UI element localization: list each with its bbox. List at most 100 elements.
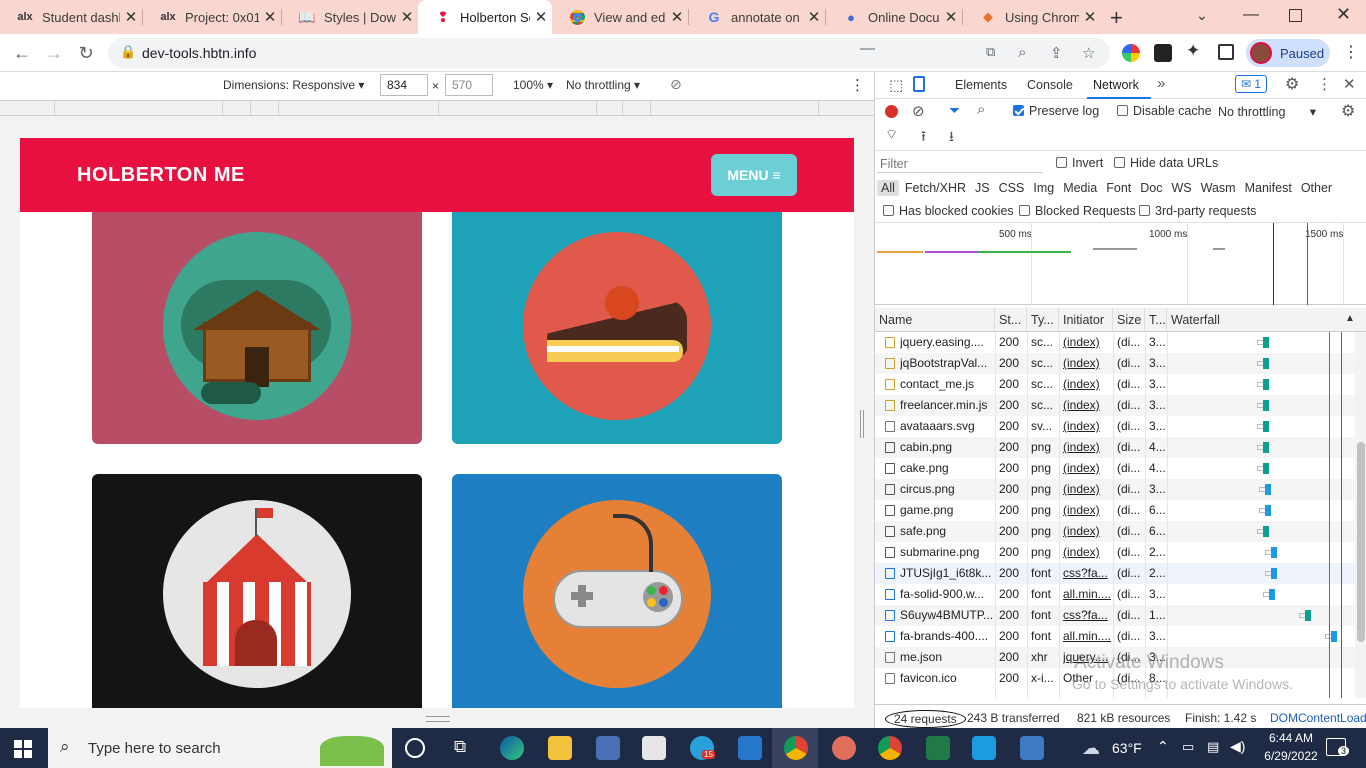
close-icon[interactable]: ✕ xyxy=(940,8,962,26)
taskbar-search-box[interactable]: ⌕ Type here to search xyxy=(48,728,392,768)
blocked-cookies-checkbox[interactable]: Has blocked cookies xyxy=(883,204,1014,218)
photos-icon[interactable] xyxy=(1020,736,1044,760)
import-har-icon[interactable]: ⭱ xyxy=(921,126,926,150)
cell-initiator[interactable]: (index) xyxy=(1063,440,1113,454)
excel-icon[interactable] xyxy=(926,736,950,760)
bookmark-star-icon[interactable]: ☆ xyxy=(1082,44,1095,62)
windows-start-icon[interactable] xyxy=(14,740,32,758)
table-row[interactable]: fa-brands-400.... 200 font all.min.... (di..… xyxy=(875,626,1355,647)
cell-initiator[interactable]: (index) xyxy=(1063,335,1113,349)
portfolio-card-circus[interactable] xyxy=(92,474,422,708)
network-settings-icon[interactable]: ⚙ xyxy=(1341,101,1355,121)
height-input[interactable]: 570 xyxy=(445,74,493,96)
tab-student-dashboard[interactable]: alx Student dashboard ✕ xyxy=(0,0,142,34)
cell-initiator[interactable]: (index) xyxy=(1063,461,1113,475)
column-initiator[interactable]: Initiator xyxy=(1059,308,1113,332)
dimensions-dropdown[interactable]: Dimensions: Responsive ▾ xyxy=(223,78,364,92)
file-explorer-icon[interactable] xyxy=(548,736,572,760)
portfolio-card-game[interactable] xyxy=(452,474,782,708)
inspect-icon[interactable]: ⬚ xyxy=(889,76,903,94)
cell-initiator[interactable]: (index) xyxy=(1063,398,1113,412)
network-overview[interactable]: 500 ms 1000 ms 1500 ms xyxy=(875,223,1366,305)
table-row[interactable]: jquery.easing.... 200 sc... (index) (di... 3.… xyxy=(875,332,1355,353)
table-row[interactable]: jqBootstrapVal... 200 sc... (index) (di... 3.… xyxy=(875,353,1355,374)
qr-extension-icon[interactable] xyxy=(1154,44,1172,62)
table-row[interactable]: fa-solid-900.w... 200 font all.min.... (di..… xyxy=(875,584,1355,605)
network-icon[interactable]: ▤ xyxy=(1207,739,1219,755)
close-icon[interactable]: ✕ xyxy=(1079,8,1101,26)
table-row[interactable]: S6uyw4BMUTP... 200 font css?fa... (di... 1... xyxy=(875,605,1355,626)
chrome-profile-icon[interactable] xyxy=(878,736,902,760)
column-name[interactable]: Name xyxy=(875,308,995,332)
translate-icon[interactable]: ⧉ xyxy=(986,44,995,60)
type-filter-wasm[interactable]: Wasm xyxy=(1201,181,1236,195)
column-size[interactable]: Size xyxy=(1113,308,1145,332)
more-menu-icon[interactable]: ⋮ xyxy=(1343,42,1359,62)
cell-initiator[interactable]: css?fa... xyxy=(1063,608,1113,622)
more-tabs-icon[interactable]: » xyxy=(1157,75,1165,92)
menu-button[interactable]: MENU ≡ xyxy=(711,154,797,196)
type-filter-font[interactable]: Font xyxy=(1106,181,1131,195)
forward-icon[interactable]: → xyxy=(42,42,66,64)
resize-handle-bottom[interactable] xyxy=(426,716,450,722)
cell-initiator[interactable]: (index) xyxy=(1063,419,1113,433)
cell-initiator[interactable]: all.min.... xyxy=(1063,587,1113,601)
cell-initiator[interactable]: css?fa... xyxy=(1063,566,1113,580)
chevron-down-icon[interactable]: ⌄ xyxy=(1196,7,1208,24)
portfolio-card-cabin[interactable] xyxy=(92,212,422,444)
column-waterfall[interactable]: Waterfall ▲ xyxy=(1167,308,1366,332)
blocked-requests-checkbox[interactable]: Blocked Requests xyxy=(1019,204,1136,218)
record-icon[interactable] xyxy=(885,105,898,118)
table-scrollbar[interactable] xyxy=(1355,332,1366,698)
tab-using-chrome[interactable]: ◆ Using Chrom ✕ xyxy=(963,0,1101,34)
cortana-icon[interactable] xyxy=(405,738,425,758)
export-har-icon[interactable]: ⭳ xyxy=(949,126,954,150)
hide-data-urls-checkbox[interactable]: Hide data URLs xyxy=(1114,156,1218,170)
type-filter-all[interactable]: All xyxy=(877,180,899,196)
type-filter-doc[interactable]: Doc xyxy=(1140,181,1162,195)
cell-initiator[interactable]: (index) xyxy=(1063,377,1113,391)
table-row[interactable]: contact_me.js 200 sc... (index) (di... 3... xyxy=(875,374,1355,395)
remote-app-icon[interactable] xyxy=(972,736,996,760)
tab-holberton[interactable]: ❢ Holberton Sc ✕ xyxy=(418,0,552,34)
table-row[interactable]: freelancer.min.js 200 sc... (index) (di... 3.… xyxy=(875,395,1355,416)
restore-icon[interactable] xyxy=(1289,9,1302,22)
task-view-icon[interactable]: ⧉ xyxy=(454,737,466,757)
share-icon[interactable]: ⇪ xyxy=(1050,44,1063,62)
disable-cache-checkbox[interactable]: Disable cache xyxy=(1117,104,1212,118)
scrollbar-thumb[interactable] xyxy=(1357,442,1365,642)
color-extension-icon[interactable] xyxy=(1122,44,1140,62)
cell-initiator[interactable]: (index) xyxy=(1063,356,1113,370)
new-tab-icon[interactable]: + xyxy=(1110,5,1123,31)
tools-app-icon[interactable] xyxy=(596,736,620,760)
network-conditions-icon[interactable]: ⌔ xyxy=(885,126,898,144)
cell-initiator[interactable]: all.min.... xyxy=(1063,629,1113,643)
table-row[interactable]: game.png 200 png (index) (di... 6... xyxy=(875,500,1355,521)
tab-console[interactable]: Console xyxy=(1027,78,1073,92)
close-icon[interactable]: ✕ xyxy=(396,8,418,26)
devtools-more-icon[interactable]: ⋮ xyxy=(1317,75,1332,93)
clock-date[interactable]: 6/29/2022 xyxy=(1259,749,1323,763)
type-filter-other[interactable]: Other xyxy=(1301,181,1332,195)
tray-chevron-icon[interactable]: ⌃ xyxy=(1157,738,1169,755)
portfolio-card-cake[interactable] xyxy=(452,212,782,444)
type-filter-manifest[interactable]: Manifest xyxy=(1245,181,1292,195)
type-filter-fetch[interactable]: Fetch/XHR xyxy=(905,181,966,195)
table-row[interactable]: circus.png 200 png (index) (di... 3... xyxy=(875,479,1355,500)
back-icon[interactable]: ← xyxy=(10,42,34,64)
store-icon[interactable] xyxy=(642,736,666,760)
close-icon[interactable]: ✕ xyxy=(803,8,825,26)
omnibox[interactable]: 🔒 dev-tools.hbtn.info — ⧉ ⌕ ⇪ ☆ xyxy=(108,38,1110,68)
column-status[interactable]: St... xyxy=(995,308,1027,332)
clear-icon[interactable]: ⊘ xyxy=(912,102,925,120)
close-icon[interactable]: ✕ xyxy=(530,8,552,26)
network-throttling-dropdown[interactable]: No throttling ▾ xyxy=(1218,104,1316,119)
filter-input[interactable]: Filter xyxy=(877,155,1043,173)
type-filter-img[interactable]: Img xyxy=(1033,181,1054,195)
table-row[interactable]: safe.png 200 png (index) (di... 6... xyxy=(875,521,1355,542)
table-row[interactable]: avataaars.svg 200 sv... (index) (di... 3... xyxy=(875,416,1355,437)
tab-project[interactable]: alx Project: 0x01. Flexbox ✕ xyxy=(143,0,281,34)
media-query-ruler[interactable] xyxy=(0,100,874,116)
type-filter-js[interactable]: JS xyxy=(975,181,990,195)
cell-initiator[interactable]: (index) xyxy=(1063,503,1113,517)
